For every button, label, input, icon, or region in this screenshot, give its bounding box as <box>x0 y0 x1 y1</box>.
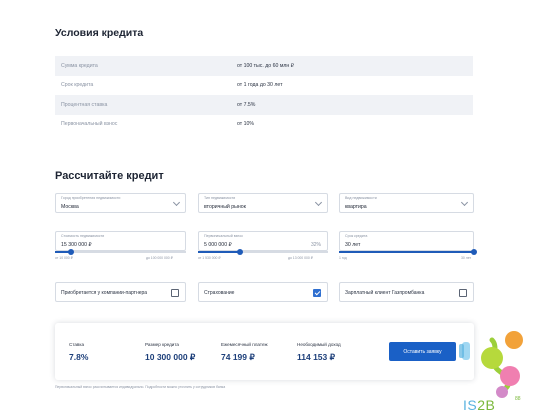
down-payment-slider-handle[interactable] <box>236 249 243 255</box>
property-cost-min: от 10 000 ₽ <box>55 256 73 260</box>
terms-row-label: Сумма кредита <box>61 62 98 69</box>
checkbox-icon[interactable] <box>171 288 179 297</box>
terms-row-label: Первоначальный взнос <box>61 121 118 128</box>
required-income-result: Необходимый доход 114 153 ₽ <box>297 342 341 363</box>
terms-row-value: от 10% <box>237 121 254 128</box>
loan-term-value: 30 лет <box>345 241 361 248</box>
down-payment-slider-fill <box>198 251 240 253</box>
required-income-result-label: Необходимый доход <box>297 342 341 347</box>
property-kind-select[interactable]: Вид недвижимости квартира <box>339 193 474 213</box>
logo-wordmark-b: 2B <box>477 397 496 413</box>
city-select-value: Москва <box>61 203 79 210</box>
rate-result: Ставка 7.8% <box>69 342 88 362</box>
logo-wordmark-a: IS <box>463 397 478 413</box>
down-payment-input[interactable]: Первоначальный взнос 5 000 000 ₽ 32% <box>198 231 328 251</box>
loan-term-slider[interactable] <box>339 249 477 255</box>
calculator-title: Рассчитайте кредит <box>55 170 164 182</box>
insurance-checkbox[interactable]: Страхование <box>198 282 328 302</box>
result-card: Ставка 7.8% Размер кредита 10 300 000 ₽ … <box>55 323 474 380</box>
footnote: Первоначальный взнос рассчитывается инди… <box>55 385 226 389</box>
salary-client-label: Зарплатный клиент Газпромбанка <box>345 290 425 296</box>
monthly-payment-result-value: 74 199 ₽ <box>221 352 255 362</box>
checkbox-icon[interactable] <box>313 288 321 297</box>
property-cost-slider-handle[interactable] <box>67 249 74 255</box>
loan-term-max: 30 лет <box>461 256 472 260</box>
down-payment-percent: 32% <box>310 241 321 248</box>
down-payment-max: до 13 000 000 ₽ <box>288 256 313 260</box>
terms-row-value: от 1 года до 30 лет <box>237 82 283 89</box>
loan-term-min: 1 год <box>339 256 347 260</box>
property-market-label: Тип недвижимости <box>204 195 236 200</box>
loan-amount-result: Размер кредита 10 300 000 ₽ <box>145 342 195 363</box>
terms-row: Срок кредита от 1 года до 30 лет <box>55 76 473 96</box>
down-payment-min: от 1 530 000 ₽ <box>198 256 221 260</box>
terms-row-label: Процентная ставка <box>61 101 108 108</box>
terms-row: Первоначальный взнос от 10% <box>55 115 473 135</box>
city-select-label: Город приобретения недвижимости <box>61 195 121 200</box>
property-cost-value: 15 300 000 ₽ <box>61 241 92 248</box>
chevron-down-icon <box>172 198 181 207</box>
loan-term-label: Срок кредита <box>345 233 368 238</box>
city-select[interactable]: Город приобретения недвижимости Москва <box>55 193 186 213</box>
terms-row-value: от 100 тыс. до 60 млн ₽ <box>237 62 295 69</box>
logo-wordmark: IS2B <box>463 397 495 413</box>
salary-client-checkbox[interactable]: Зарплатный клиент Газпромбанка <box>339 282 474 302</box>
loan-term-slider-handle[interactable] <box>471 249 477 255</box>
property-cost-input[interactable]: Стоимость недвижимости 15 300 000 ₽ <box>55 231 186 251</box>
terms-title: Условия кредита <box>55 27 144 39</box>
loan-amount-result-value: 10 300 000 ₽ <box>145 352 196 362</box>
rate-result-label: Ставка <box>69 342 85 347</box>
loan-amount-result-label: Размер кредита <box>145 342 179 347</box>
partner-company-checkbox[interactable]: Приобретается у компании-партнера <box>55 282 186 302</box>
monthly-payment-result-label: Ежемесячный платеж <box>221 342 268 347</box>
checkbox-icon[interactable] <box>459 288 467 297</box>
property-cost-max: до 100 000 000 ₽ <box>146 256 173 260</box>
down-payment-value: 5 000 000 ₽ <box>204 241 232 248</box>
property-kind-value: квартира <box>345 203 367 210</box>
property-market-value: вторичный рынок <box>204 203 246 210</box>
terms-row: Процентная ставка от 7.5% <box>55 95 473 115</box>
is2b-logo-icon <box>459 331 523 398</box>
logo-superscript: 88 <box>515 396 521 402</box>
chevron-down-icon <box>460 198 469 207</box>
terms-table: Сумма кредита от 100 тыс. до 60 млн ₽ Ср… <box>55 56 473 134</box>
down-payment-slider[interactable] <box>198 249 328 255</box>
terms-row-label: Срок кредита <box>61 82 94 89</box>
property-cost-label: Стоимость недвижимости <box>61 233 105 238</box>
required-income-result-value: 114 153 ₽ <box>297 352 336 362</box>
loan-term-input[interactable]: Срок кредита 30 лет <box>339 231 474 251</box>
down-payment-label: Первоначальный взнос <box>204 233 244 238</box>
rate-result-value: 7.8% <box>69 352 89 362</box>
partner-company-label: Приобретается у компании-партнера <box>61 290 148 296</box>
terms-row-value: от 7.5% <box>237 101 256 108</box>
property-cost-slider[interactable] <box>55 249 186 255</box>
property-market-select[interactable]: Тип недвижимости вторичный рынок <box>198 193 328 213</box>
loan-term-slider-fill <box>339 251 474 253</box>
insurance-label: Страхование <box>204 290 235 296</box>
monthly-payment-result: Ежемесячный платеж 74 199 ₽ <box>221 342 268 363</box>
property-kind-label: Вид недвижимости <box>345 195 377 200</box>
chevron-down-icon <box>314 198 323 207</box>
terms-row: Сумма кредита от 100 тыс. до 60 млн ₽ <box>55 56 473 76</box>
